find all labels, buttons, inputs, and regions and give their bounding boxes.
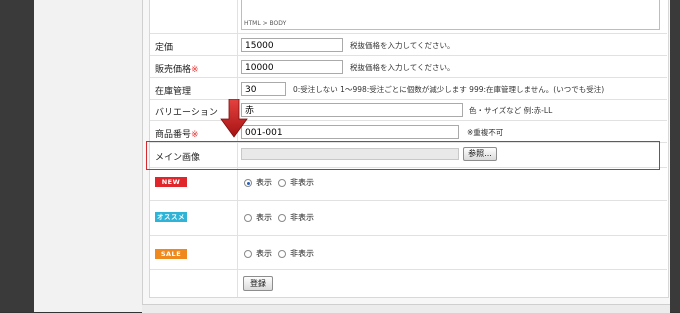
recommend-show-radio[interactable] (244, 214, 252, 222)
stock-input[interactable]: 30 (241, 82, 286, 96)
sale-show-label: 表示 (256, 249, 272, 258)
browse-button[interactable]: 参照... (463, 147, 497, 161)
sale-price-label-text: 販売価格 (155, 65, 192, 75)
recommend-hide-radio[interactable] (278, 214, 286, 222)
product-no-input[interactable]: 001-001 (241, 125, 459, 139)
sale-price-label: 販売価格※ (155, 62, 199, 75)
sale-badge: SALE (155, 249, 187, 259)
price-input[interactable]: 15000 (241, 38, 343, 52)
recommend-badge: オススメ (155, 212, 187, 222)
main-image-file-input[interactable] (241, 148, 459, 160)
sale-price-input[interactable]: 10000 (241, 60, 343, 74)
row-divider (150, 55, 667, 56)
submit-button[interactable]: 登録 (243, 276, 273, 291)
stock-label: 在庫管理 (155, 87, 192, 97)
recommend-show-label: 表示 (256, 213, 272, 222)
recommend-hide-label: 非表示 (290, 213, 314, 222)
right-dark-panel (670, 0, 680, 312)
row-divider (150, 200, 667, 201)
left-dark-panel (0, 0, 34, 312)
main-image-label: メイン画像 (155, 153, 201, 163)
price-hint: 税抜価格を入力してください。 (350, 41, 455, 50)
sale-hide-label: 非表示 (290, 249, 314, 258)
sale-hide-radio[interactable] (278, 250, 286, 258)
new-show-radio[interactable] (244, 179, 252, 187)
required-mark: ※ (191, 130, 199, 140)
down-arrow-icon (220, 99, 248, 138)
new-hide-radio[interactable] (278, 179, 286, 187)
row-divider (150, 235, 667, 236)
product-no-hint: ※重複不可 (467, 128, 504, 137)
variation-input[interactable]: 赤 (241, 103, 463, 117)
sale-show-radio[interactable] (244, 250, 252, 258)
variation-label: バリエーション (155, 108, 218, 118)
row-divider (150, 33, 667, 34)
new-badge: NEW (155, 177, 187, 187)
editor-path: HTML > BODY (244, 20, 287, 27)
row-divider (150, 269, 667, 270)
variation-hint: 色・サイズなど 例:赤-LL (469, 106, 553, 115)
sale-price-hint: 税抜価格を入力してください。 (350, 63, 455, 72)
required-mark: ※ (191, 65, 199, 75)
sidebar-strip (34, 0, 143, 312)
product-no-label: 商品番号※ (155, 127, 199, 140)
stock-hint: 0:受注しない 1〜998:受注ごとに個数が減少します 999:在庫管理しません… (293, 85, 605, 94)
description-editor[interactable]: HTML > BODY (241, 0, 660, 30)
product-no-label-text: 商品番号 (155, 130, 192, 140)
price-label: 定価 (155, 43, 174, 53)
new-hide-label: 非表示 (290, 178, 314, 187)
new-show-label: 表示 (256, 178, 272, 187)
row-divider (150, 77, 667, 78)
